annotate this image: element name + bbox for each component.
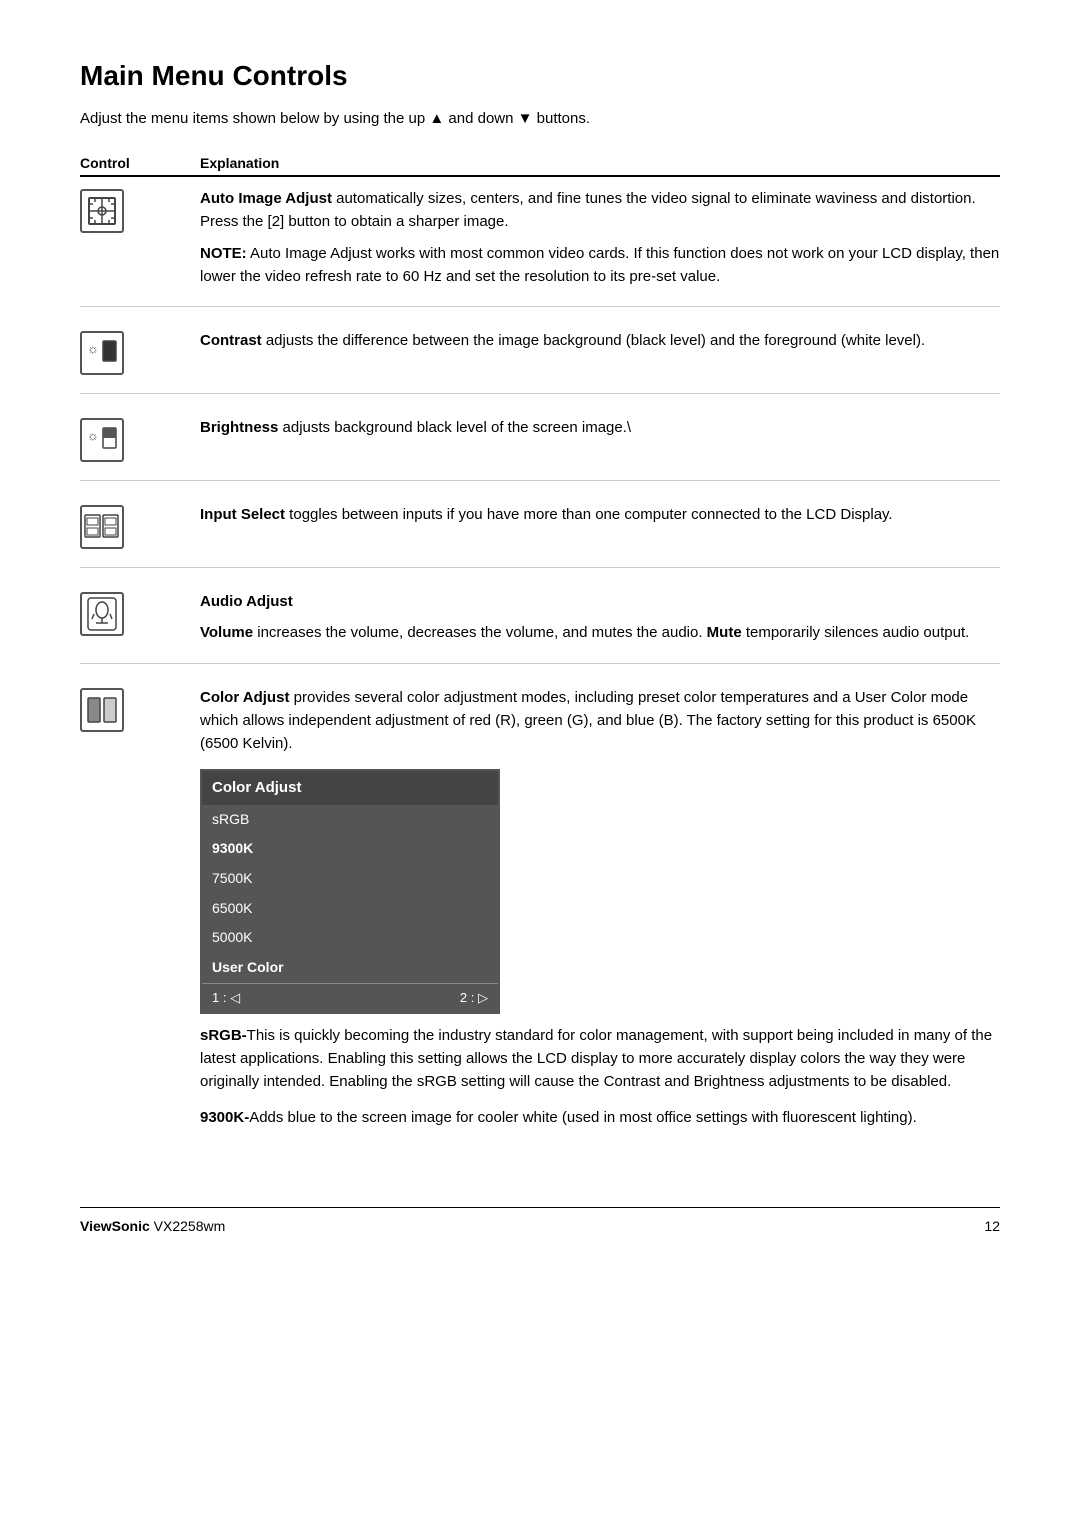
- svg-text:☼: ☼: [87, 341, 99, 356]
- contrast-svg: ☼: [86, 337, 118, 369]
- down-arrow-icon: [518, 110, 533, 127]
- audio-adjust-title: Audio Adjust: [200, 590, 1000, 613]
- table-row: ☼ Brightness adjusts background black le…: [80, 416, 1000, 481]
- table-row: Color Adjust provides several color adju…: [80, 686, 1000, 1147]
- color-adjust-menu-title: Color Adjust: [202, 771, 498, 804]
- brightness-icon-cell: ☼: [80, 416, 200, 462]
- contrast-icon: ☼: [80, 331, 124, 375]
- brightness-para: Brightness adjusts background black leve…: [200, 416, 1000, 439]
- table-row: Auto Image Adjust automatically sizes, c…: [80, 187, 1000, 307]
- up-arrow-icon: [429, 110, 444, 127]
- brightness-svg: ☼: [86, 424, 118, 456]
- intro-text: Adjust the menu items shown below by usi…: [80, 110, 1000, 127]
- color-adjust-icon: [80, 688, 124, 732]
- auto-image-adjust-icon-cell: [80, 187, 200, 233]
- 9300k-description: 9300K-Adds blue to the screen image for …: [200, 1106, 1000, 1129]
- col-control-header: Control: [80, 155, 200, 171]
- color-adjust-icon-cell: [80, 686, 200, 732]
- table-header: Control Explanation: [80, 155, 1000, 177]
- color-adjust-menu: Color Adjust sRGB 9300K 7500K 6500K 5000…: [200, 769, 500, 1014]
- input-select-svg: [84, 512, 120, 542]
- table-row: Audio Adjust Volume increases the volume…: [80, 590, 1000, 664]
- table-row: Input Select toggles between inputs if y…: [80, 503, 1000, 568]
- footer-btn-2: 2 : ▷: [460, 988, 488, 1008]
- color-adjust-explanation: Color Adjust provides several color adju…: [200, 686, 1000, 1129]
- footer-page-number: 12: [984, 1218, 1000, 1234]
- footer-brand: ViewSonic: [80, 1218, 150, 1234]
- page-title: Main Menu Controls: [80, 60, 1000, 92]
- audio-svg: [86, 596, 118, 632]
- contrast-para: Contrast adjusts the difference between …: [200, 329, 1000, 352]
- col-explanation-header: Explanation: [200, 155, 279, 171]
- input-select-icon-cell: [80, 503, 200, 549]
- contrast-icon-cell: ☼: [80, 329, 200, 375]
- color-menu-5000k: 5000K: [202, 923, 498, 953]
- auto-image-svg: [87, 196, 117, 226]
- srgb-description: sRGB-This is quickly becoming the indust…: [200, 1024, 1000, 1094]
- audio-adjust-para: Volume increases the volume, decreases t…: [200, 621, 1000, 644]
- table-row: ☼ Contrast adjusts the difference betwee…: [80, 329, 1000, 394]
- footer-brand-model: ViewSonic VX2258wm: [80, 1218, 225, 1234]
- color-menu-user-color: User Color: [202, 953, 498, 983]
- color-menu-7500k: 7500K: [202, 864, 498, 894]
- audio-adjust-explanation: Audio Adjust Volume increases the volume…: [200, 590, 1000, 645]
- contrast-explanation: Contrast adjusts the difference between …: [200, 329, 1000, 352]
- color-menu-6500k: 6500K: [202, 894, 498, 924]
- input-select-icon: [80, 505, 124, 549]
- color-svg: [86, 695, 118, 725]
- footer-model: VX2258wm: [154, 1218, 226, 1234]
- audio-adjust-icon-cell: [80, 590, 200, 636]
- color-menu-9300k: 9300K: [202, 834, 498, 864]
- auto-image-para2: NOTE: Auto Image Adjust works with most …: [200, 242, 1000, 289]
- input-select-para: Input Select toggles between inputs if y…: [200, 503, 1000, 526]
- color-menu-srgb: sRGB: [202, 805, 498, 835]
- color-adjust-menu-footer: 1 : ◁ 2 : ▷: [202, 983, 498, 1012]
- footer-bar: ViewSonic VX2258wm 12: [80, 1207, 1000, 1234]
- auto-image-adjust-icon: [80, 189, 124, 233]
- svg-text:☼: ☼: [87, 428, 99, 443]
- brightness-explanation: Brightness adjusts background black leve…: [200, 416, 1000, 439]
- footer-btn-1: 1 : ◁: [212, 988, 240, 1008]
- color-adjust-para: Color Adjust provides several color adju…: [200, 686, 1000, 756]
- brightness-icon: ☼: [80, 418, 124, 462]
- auto-image-para1: Auto Image Adjust automatically sizes, c…: [200, 187, 1000, 234]
- audio-adjust-icon: [80, 592, 124, 636]
- input-select-explanation: Input Select toggles between inputs if y…: [200, 503, 1000, 526]
- auto-image-adjust-explanation: Auto Image Adjust automatically sizes, c…: [200, 187, 1000, 288]
